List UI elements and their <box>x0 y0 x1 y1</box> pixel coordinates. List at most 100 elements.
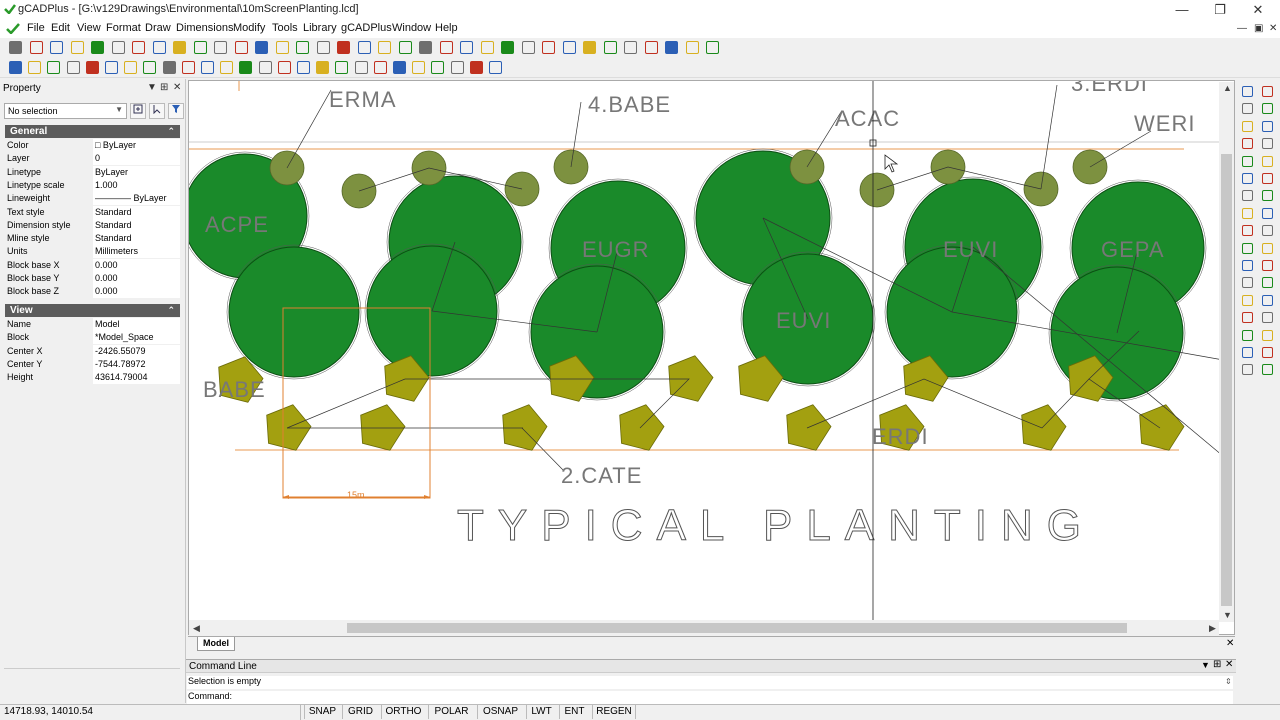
modify-tool-icon[interactable] <box>1262 364 1273 376</box>
leader-icon[interactable] <box>412 61 426 74</box>
dim-radius-icon[interactable] <box>354 61 368 74</box>
dim-aligned-icon[interactable] <box>335 61 349 74</box>
modify-tool-icon[interactable] <box>1262 190 1273 202</box>
property-row-height[interactable]: Height 43614.79004 <box>5 371 180 385</box>
snap-toggle[interactable]: SNAP <box>304 705 340 719</box>
layers-icon[interactable] <box>357 41 371 54</box>
copy-icon[interactable] <box>132 41 145 54</box>
polyline-icon[interactable] <box>66 61 80 74</box>
select-objects-button[interactable] <box>149 103 165 119</box>
property-row-dimension-style[interactable]: Dimension style Standard <box>5 218 180 232</box>
mdi-minimize-button[interactable]: — <box>1237 23 1247 34</box>
property-value[interactable]: *Model_Space <box>93 331 180 345</box>
plant-label[interactable]: ACPE <box>205 212 269 237</box>
drawing-svg[interactable]: 15m ERMA 4.BABE ACAC 3.ERDI WERI ACPE EUGR EUVI… <box>189 81 1235 635</box>
modify-tool-icon[interactable] <box>1262 329 1273 341</box>
ortho-toggle[interactable]: ORTHO <box>381 705 425 719</box>
explode-icon[interactable] <box>624 41 637 54</box>
modify-tool-icon[interactable] <box>1242 207 1253 219</box>
zoom-out-icon[interactable] <box>234 41 248 54</box>
menu-edit[interactable]: Edit <box>51 22 70 36</box>
scroll-down-arrow[interactable]: ▼ <box>1223 610 1232 620</box>
groundcover-symbol[interactable] <box>619 404 665 451</box>
command-close-icon[interactable]: ✕ <box>1225 659 1233 670</box>
groundcover-symbols[interactable] <box>218 355 1185 451</box>
property-row-lineweight[interactable]: Lineweight ———— ByLayer <box>5 192 180 206</box>
menu-view[interactable]: View <box>77 22 101 36</box>
plant-label[interactable]: WERI <box>1134 111 1195 136</box>
add-icon[interactable] <box>70 41 84 54</box>
plant-label[interactable]: BABE <box>203 377 266 402</box>
modify-tool-icon[interactable] <box>1242 277 1253 289</box>
view-section-header[interactable]: View ⌃ <box>5 304 180 317</box>
special-icon[interactable] <box>706 41 719 54</box>
modify-tool-icon[interactable] <box>1262 207 1273 219</box>
hatch-icon[interactable] <box>562 41 576 54</box>
mdi-restore-button[interactable]: ▣ <box>1254 23 1263 34</box>
close-button[interactable]: ✕ <box>1238 0 1278 20</box>
command-menu-arrow[interactable]: ▼ <box>1201 660 1210 670</box>
insert-block-icon[interactable] <box>220 61 234 74</box>
ellipse-icon[interactable] <box>181 61 195 74</box>
menu-format[interactable]: Format <box>106 22 141 36</box>
modify-tool-icon[interactable] <box>1242 329 1253 341</box>
undo-icon[interactable] <box>173 41 186 54</box>
property-row-center-y[interactable]: Center Y -7544.78972 <box>5 357 180 371</box>
calc-icon[interactable] <box>489 61 502 74</box>
menu-draw[interactable]: Draw <box>145 22 171 36</box>
modify-tool-icon[interactable] <box>1242 260 1253 271</box>
snap-settings-icon[interactable] <box>378 41 391 54</box>
dim-linear-icon[interactable] <box>316 61 330 74</box>
modify-tool-icon[interactable] <box>1262 86 1273 97</box>
modify-tool-icon[interactable] <box>1242 138 1253 150</box>
tree-symbol[interactable] <box>228 246 360 378</box>
modify-tool-icon[interactable] <box>1262 173 1273 184</box>
menu-help[interactable]: Help <box>435 22 458 36</box>
plant-label[interactable]: 3.ERDI <box>1071 81 1148 96</box>
property-value[interactable]: -7544.78972 <box>93 357 180 371</box>
groundcover-symbol[interactable] <box>668 355 714 402</box>
minimize-button[interactable]: — <box>1162 0 1202 20</box>
menu-library[interactable]: Library <box>303 22 337 36</box>
menu-gcadplus[interactable]: gCADPlus <box>341 22 392 36</box>
paste-icon[interactable] <box>152 41 166 54</box>
filter-button[interactable] <box>168 103 184 119</box>
text-icon[interactable] <box>583 41 596 54</box>
drawing-canvas[interactable]: 15m ERMA 4.BABE ACAC 3.ERDI WERI ACPE EUGR EUVI… <box>188 80 1235 635</box>
properties-icon[interactable] <box>337 41 350 54</box>
scroll-right-arrow[interactable]: ▶ <box>1209 623 1216 634</box>
menu-dimensions[interactable]: Dimensions <box>176 22 233 36</box>
quick-select-button[interactable] <box>130 103 146 119</box>
measure-icon[interactable] <box>685 41 699 54</box>
modify-tool-icon[interactable] <box>1262 138 1273 150</box>
grid-toggle[interactable]: GRID <box>342 705 378 719</box>
property-value[interactable]: ———— ByLayer <box>93 192 180 206</box>
modify-tool-icon[interactable] <box>1242 364 1253 376</box>
property-row-name[interactable]: Name Model <box>5 318 180 331</box>
modify-tool-icon[interactable] <box>1242 190 1253 202</box>
plant-label[interactable]: 4.BABE <box>588 92 671 117</box>
menu-window[interactable]: Window <box>392 22 431 36</box>
property-row-units[interactable]: Units Millimeters <box>5 245 180 259</box>
modify-tool-icon[interactable] <box>1262 242 1273 254</box>
attributes-icon[interactable] <box>521 41 535 54</box>
property-value[interactable]: 1.000 <box>93 178 180 192</box>
ent-toggle[interactable]: ENT <box>559 705 589 719</box>
drawing-close-icon[interactable]: ✕ <box>1226 638 1234 649</box>
modify-tool-icon[interactable] <box>1262 103 1273 115</box>
property-value[interactable]: Standard <box>93 218 180 232</box>
property-row-mline-style[interactable]: Mline style Standard <box>5 232 180 246</box>
command-input[interactable]: Command: <box>187 691 1233 704</box>
dim-ordinate-icon[interactable] <box>393 61 406 74</box>
modify-tool-icon[interactable] <box>1242 294 1253 306</box>
mtext-icon[interactable] <box>431 61 445 74</box>
plant-label[interactable]: 2.CATE <box>561 463 642 488</box>
property-value[interactable]: 0.000 <box>93 258 180 272</box>
modify-tool-icon[interactable] <box>1242 103 1253 115</box>
dimension-icon[interactable] <box>665 41 678 54</box>
circle-icon[interactable] <box>162 61 176 74</box>
property-value[interactable]: 0 <box>93 152 180 166</box>
property-value[interactable]: Model <box>93 318 180 331</box>
vertical-scroll-thumb[interactable] <box>1221 154 1232 606</box>
polygon-icon[interactable] <box>143 61 157 74</box>
